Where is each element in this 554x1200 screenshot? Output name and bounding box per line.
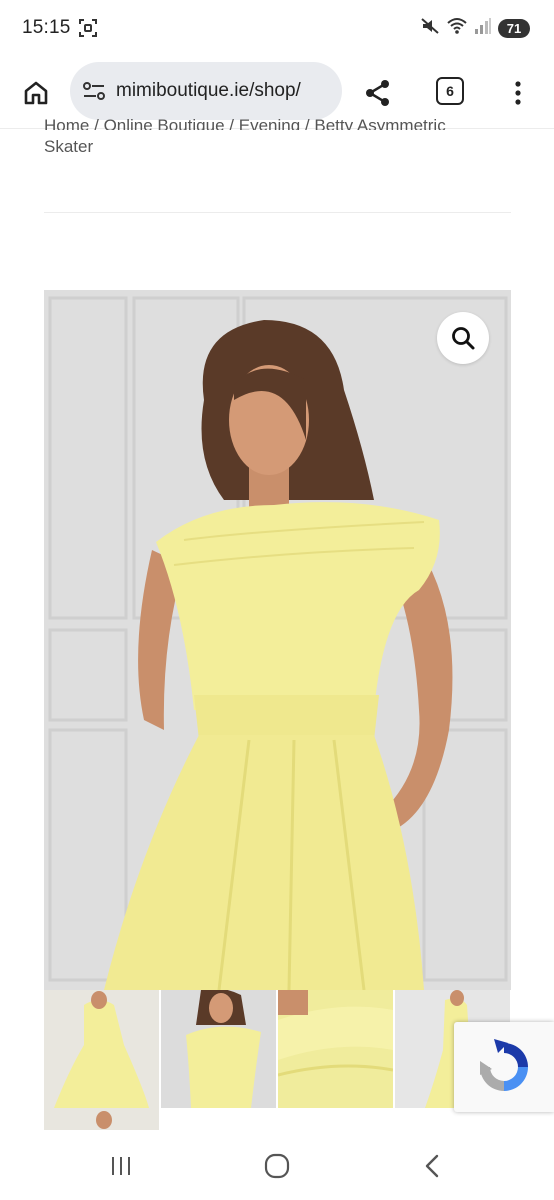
search-icon [452, 327, 475, 350]
recent-apps-icon [112, 1157, 130, 1175]
home-icon [24, 81, 48, 105]
site-settings-icon[interactable] [81, 78, 107, 104]
tabs-button[interactable]: 6 [436, 77, 464, 105]
system-nav-bar [0, 1130, 554, 1200]
breadcrumb-online-boutique[interactable]: Online Boutique [104, 116, 225, 130]
system-home-button[interactable] [257, 1150, 297, 1182]
zoom-button[interactable] [437, 312, 489, 364]
screenshot-icon [78, 18, 98, 38]
breadcrumb: Home / Online Boutique / Evening / Betty… [44, 116, 524, 162]
divider [44, 212, 511, 213]
battery-icon: 71 [498, 18, 530, 38]
recent-apps-button[interactable] [101, 1150, 141, 1182]
home-button[interactable] [18, 75, 54, 111]
address-bar[interactable]: mimiboutique.ie/shop/ [70, 62, 342, 120]
breadcrumb-home[interactable]: Home [44, 116, 89, 130]
more-menu-button[interactable] [506, 75, 530, 111]
breadcrumb-evening[interactable]: Evening [239, 116, 300, 130]
share-button[interactable] [360, 75, 396, 111]
mute-icon [420, 16, 440, 41]
thumbnail-2[interactable] [161, 990, 276, 1108]
home-circle-icon [264, 1153, 290, 1179]
wifi-icon [446, 16, 468, 41]
back-icon [425, 1154, 439, 1178]
breadcrumb-current-line2: Skater [44, 137, 94, 156]
tab-count: 6 [446, 83, 454, 99]
url-text: mimiboutique.ie/shop/ [116, 80, 301, 101]
status-bar: 15:15 71 [0, 0, 554, 58]
recaptcha-badge[interactable] [454, 1022, 554, 1112]
recaptcha-icon [480, 1039, 528, 1091]
thumbnail-3[interactable] [278, 990, 393, 1108]
status-icons: 71 [420, 16, 530, 40]
thumbnail-5[interactable] [44, 1108, 159, 1130]
more-menu-icon [515, 81, 521, 105]
breadcrumb-current-line1: Betty Asymmetric [314, 116, 446, 130]
back-button[interactable] [412, 1150, 452, 1182]
thumbnail-1[interactable] [44, 990, 159, 1108]
breadcrumb-row: Home / Online Boutique / Evening / Betty… [44, 116, 524, 130]
share-icon [366, 80, 389, 106]
status-time: 15:15 [22, 17, 71, 38]
dress-photo [44, 290, 511, 990]
product-main-image[interactable] [44, 290, 511, 990]
signal-icon [474, 16, 492, 41]
